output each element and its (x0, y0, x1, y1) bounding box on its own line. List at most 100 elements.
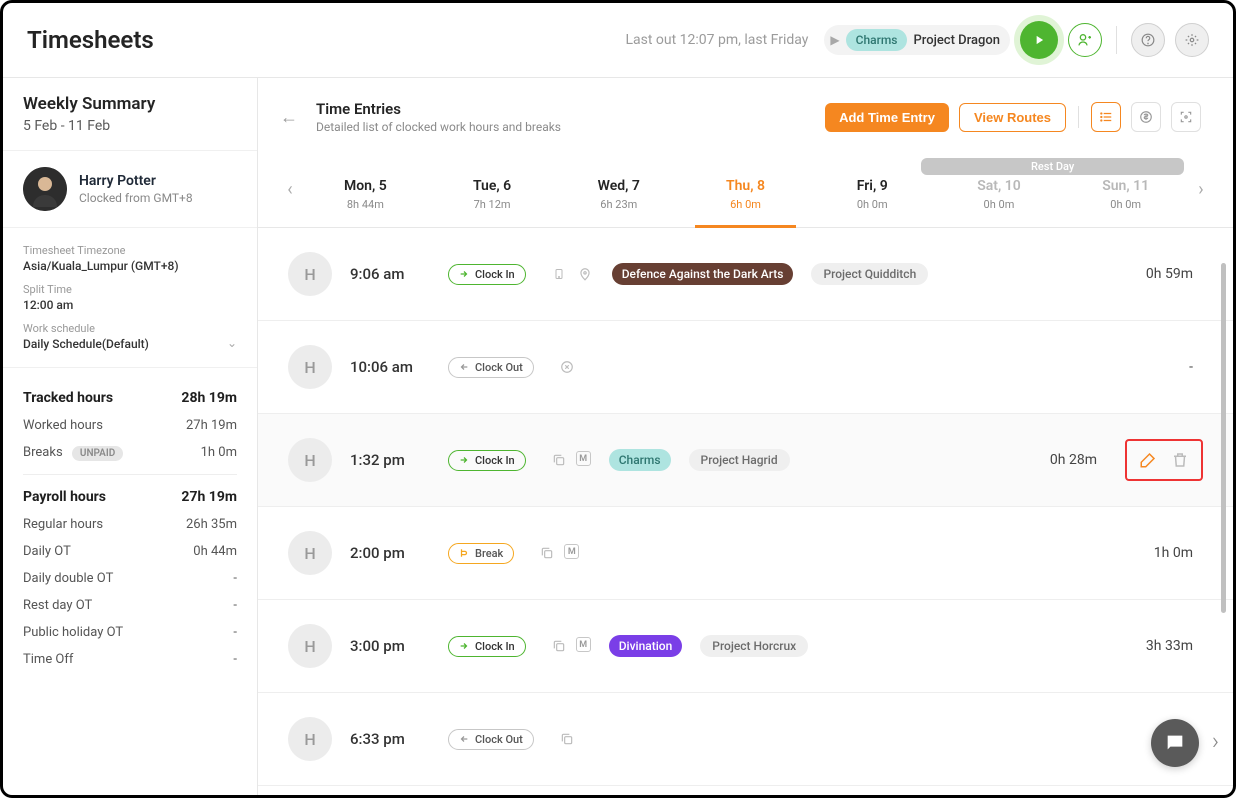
dailyot-label: Daily OT (23, 544, 71, 559)
sched-label: Work schedule (23, 322, 237, 335)
copy-icon (550, 451, 568, 469)
ddot-label: Daily double OT (23, 571, 113, 586)
copy-icon (538, 544, 556, 562)
edit-icon[interactable] (1139, 451, 1157, 469)
time-entry-row[interactable]: H 3:00 pm Clock In M DivinationProject H… (258, 600, 1233, 693)
split-value: 12:00 am (23, 298, 237, 312)
tracker-pill[interactable]: ▶ Charms Project Dragon (824, 25, 1010, 55)
entry-time: 1:32 pm (350, 451, 430, 469)
page-title: Timesheets (27, 26, 154, 54)
restot-label: Rest day OT (23, 598, 92, 613)
time-entry-row[interactable]: H 2:00 pm Break M 1h 0m (258, 507, 1233, 600)
restot-value: - (233, 598, 237, 613)
split-label: Split Time (23, 283, 237, 296)
day-hours: 0h 0m (1062, 198, 1189, 211)
prev-week-button[interactable]: ‹ (278, 179, 302, 200)
device-icon (550, 265, 568, 283)
payroll-label: Payroll hours (23, 489, 106, 505)
entry-duration: 1h 0m (1154, 545, 1193, 561)
summary-title: Weekly Summary (23, 94, 237, 114)
day-hours: 6h 23m (555, 198, 682, 211)
tracked-value: 28h 19m (181, 390, 237, 406)
day-label: Sat, 10 (936, 178, 1063, 194)
user-avatar (23, 167, 67, 211)
project-tag: Project Quidditch (811, 263, 928, 285)
activity-tag: Defence Against the Dark Arts (612, 263, 794, 285)
tracker-project: Project Dragon (913, 33, 1000, 48)
add-time-entry-button[interactable]: Add Time Entry (825, 103, 949, 132)
main-subtitle: Detailed list of clocked work hours and … (316, 120, 561, 134)
entry-duration: - (1189, 359, 1193, 375)
day-tab[interactable]: Sat, 10 0h 0m (936, 152, 1063, 227)
dollar-view-button[interactable] (1131, 102, 1161, 132)
next-week-button[interactable]: › (1189, 179, 1213, 200)
day-label: Mon, 5 (302, 178, 429, 194)
help-button[interactable] (1131, 23, 1165, 57)
regular-value: 26h 35m (186, 517, 237, 532)
day-hours: 7h 12m (429, 198, 556, 211)
breaks-value: 1h 0m (201, 445, 237, 460)
back-arrow[interactable]: ← (280, 107, 298, 128)
entry-avatar: H (288, 438, 332, 482)
summary-range: 5 Feb - 11 Feb (23, 118, 237, 134)
day-hours: 8h 44m (302, 198, 429, 211)
day-label: Wed, 7 (555, 178, 682, 194)
sched-value: Daily Schedule(Default) (23, 337, 149, 351)
day-label: Tue, 6 (429, 178, 556, 194)
day-hours: 6h 0m (682, 198, 809, 211)
day-tab[interactable]: Thu, 8 6h 0m (682, 152, 809, 227)
settings-button[interactable] (1175, 23, 1209, 57)
entry-time: 6:33 pm (350, 730, 430, 748)
sched-select[interactable]: Daily Schedule(Default) ⌄ (23, 335, 237, 351)
project-tag: Project Hagrid (689, 449, 790, 471)
worked-value: 27h 19m (186, 418, 237, 433)
day-label: Thu, 8 (682, 178, 809, 194)
chat-widget[interactable] (1151, 719, 1199, 767)
entry-duration: 0h 28m (1050, 452, 1097, 468)
entry-type-pill: Clock Out (448, 357, 534, 378)
entry-type-pill: Clock In (448, 450, 526, 471)
view-routes-button[interactable]: View Routes (959, 103, 1066, 132)
entry-avatar: H (288, 624, 332, 668)
time-entry-row[interactable]: H 1:32 pm Clock In M CharmsProject Hagri… (258, 414, 1233, 507)
entry-duration: 3h 33m (1146, 638, 1193, 654)
timeoff-label: Time Off (23, 652, 73, 667)
entry-type-pill: Clock Out (448, 729, 534, 750)
user-add-button[interactable] (1068, 23, 1102, 57)
tracked-label: Tracked hours (23, 390, 113, 406)
day-tab[interactable]: Sun, 11 0h 0m (1062, 152, 1189, 227)
day-hours: 0h 0m (809, 198, 936, 211)
copy-icon (558, 730, 576, 748)
delete-icon[interactable] (1171, 451, 1189, 469)
day-tab[interactable]: Tue, 6 7h 12m (429, 152, 556, 227)
stop-icon (558, 358, 576, 376)
regular-label: Regular hours (23, 517, 103, 532)
main-title: Time Entries (316, 100, 561, 118)
entry-avatar: H (288, 345, 332, 389)
entry-type-pill: Clock In (448, 636, 526, 657)
entry-avatar: H (288, 252, 332, 296)
entry-time: 3:00 pm (350, 637, 430, 655)
focus-view-button[interactable] (1171, 102, 1201, 132)
day-tab[interactable]: Wed, 7 6h 23m (555, 152, 682, 227)
copy-icon (550, 637, 568, 655)
start-tracker-button[interactable] (1020, 21, 1058, 59)
entry-actions (1125, 439, 1203, 481)
time-entry-row[interactable]: H 6:33 pm Clock Out - (258, 693, 1233, 786)
entry-type-pill: Break (448, 543, 514, 564)
scrollbar[interactable] (1221, 263, 1226, 613)
side-expand-icon[interactable]: › (1212, 727, 1219, 755)
list-view-button[interactable] (1091, 102, 1121, 132)
sidebar: Weekly Summary 5 Feb - 11 Feb Harry Pott… (3, 78, 258, 795)
day-tab[interactable]: Mon, 5 8h 44m (302, 152, 429, 227)
day-tab[interactable]: Fri, 90h 0m (809, 152, 936, 227)
entry-time: 10:06 am (350, 358, 430, 376)
time-entry-row[interactable]: H 10:06 am Clock Out - (258, 321, 1233, 414)
project-tag: Project Horcrux (700, 635, 808, 657)
phot-value: - (233, 625, 237, 640)
time-entry-row[interactable]: H 9:06 am Clock In Defence Against the D… (258, 228, 1233, 321)
tz-label: Timesheet Timezone (23, 244, 237, 257)
day-label: Sun, 11 (1062, 178, 1189, 194)
day-hours: 0h 0m (936, 198, 1063, 211)
worked-label: Worked hours (23, 418, 103, 433)
